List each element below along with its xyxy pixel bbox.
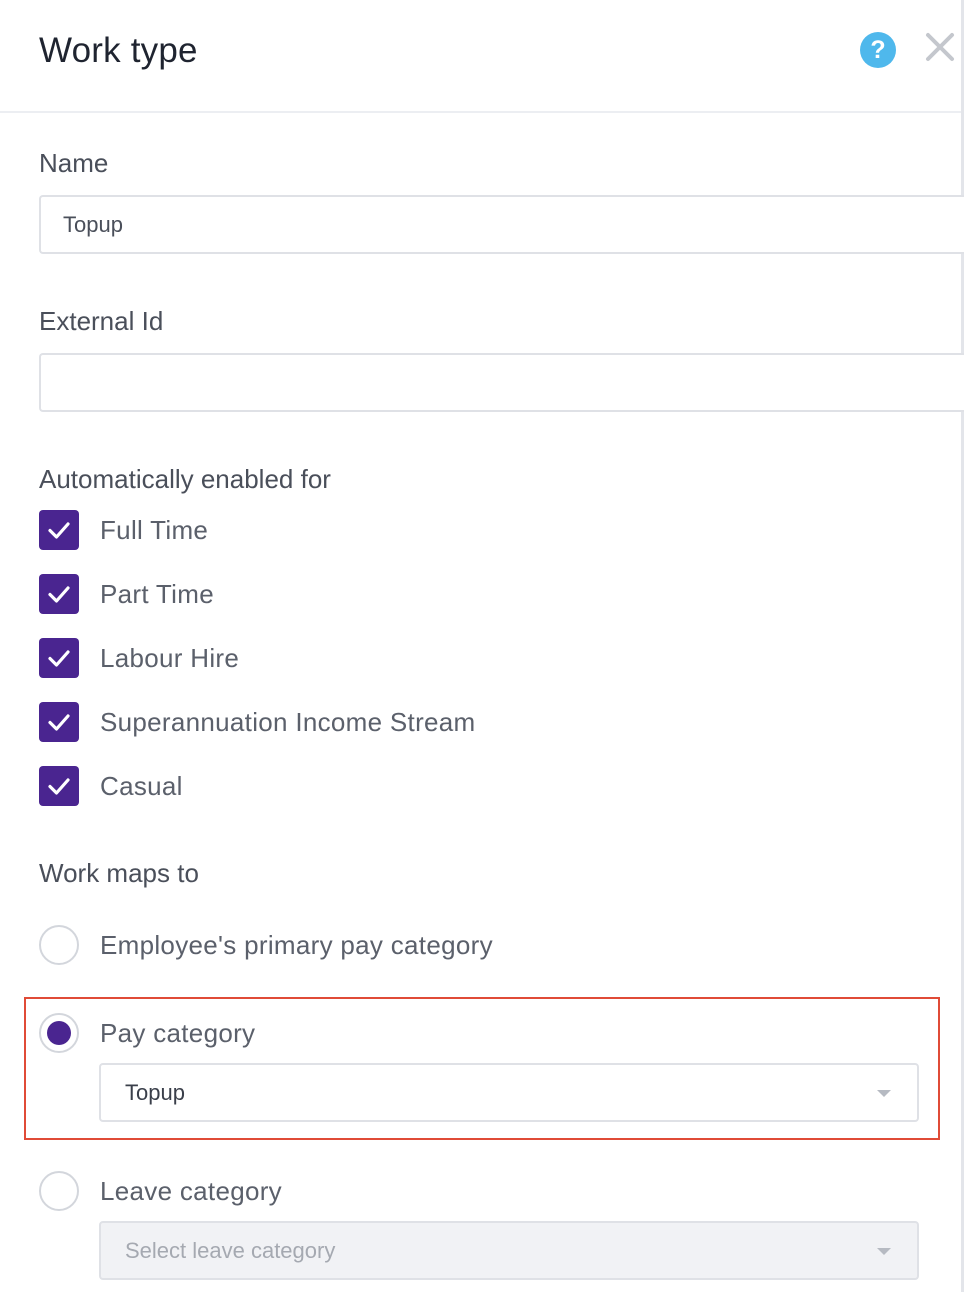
leave-category-select[interactable]: Select leave category	[99, 1221, 919, 1280]
radio-label: Leave category	[100, 1175, 282, 1206]
auto-enabled-label: Automatically enabled for	[39, 464, 331, 494]
chevron-down-icon[interactable]	[877, 1248, 891, 1255]
radio-button[interactable]	[39, 1013, 79, 1053]
pay-category-select-value: Topup	[125, 1079, 185, 1105]
checkbox-superannuation[interactable]: Superannuation Income Stream	[39, 702, 476, 742]
help-glyph: ?	[870, 36, 886, 64]
external-id-input[interactable]	[39, 353, 964, 412]
work-maps-to-label: Work maps to	[39, 858, 199, 888]
radio-label: Employee's primary pay category	[100, 929, 493, 960]
checkbox-casual[interactable]: Casual	[39, 766, 183, 806]
radio-button[interactable]	[39, 1171, 79, 1211]
leave-category-select-placeholder: Select leave category	[125, 1237, 336, 1263]
chevron-down-icon[interactable]	[877, 1090, 891, 1097]
checkbox-label: Labour Hire	[100, 642, 240, 673]
close-icon[interactable]	[920, 27, 960, 67]
radio-leave-category[interactable]: Leave category	[39, 1171, 282, 1211]
checkbox-label: Full Time	[100, 514, 209, 545]
dialog-header: Work type ?	[0, 0, 961, 113]
checkbox-labour-hire[interactable]: Labour Hire	[39, 638, 239, 678]
name-input[interactable]	[39, 195, 964, 254]
check-icon[interactable]	[39, 510, 79, 550]
name-label: Name	[39, 148, 109, 178]
dialog-title: Work type	[39, 31, 198, 70]
check-icon[interactable]	[39, 638, 79, 678]
checkbox-label: Casual	[100, 770, 183, 801]
radio-button[interactable]	[39, 925, 79, 965]
checkbox-label: Part Time	[100, 578, 214, 609]
checkbox-part-time[interactable]: Part Time	[39, 574, 214, 614]
check-icon[interactable]	[39, 766, 79, 806]
radio-primary-pay-category[interactable]: Employee's primary pay category	[39, 925, 493, 965]
check-icon[interactable]	[39, 702, 79, 742]
radio-pay-category[interactable]: Pay category	[39, 1013, 255, 1053]
checkbox-full-time[interactable]: Full Time	[39, 510, 208, 550]
checkbox-label: Superannuation Income Stream	[100, 706, 476, 737]
question-circle-icon[interactable]: ?	[860, 32, 896, 68]
radio-label: Pay category	[100, 1017, 256, 1048]
pay-category-select[interactable]: Topup	[99, 1063, 919, 1122]
external-id-label: External Id	[39, 306, 164, 336]
check-icon[interactable]	[39, 574, 79, 614]
